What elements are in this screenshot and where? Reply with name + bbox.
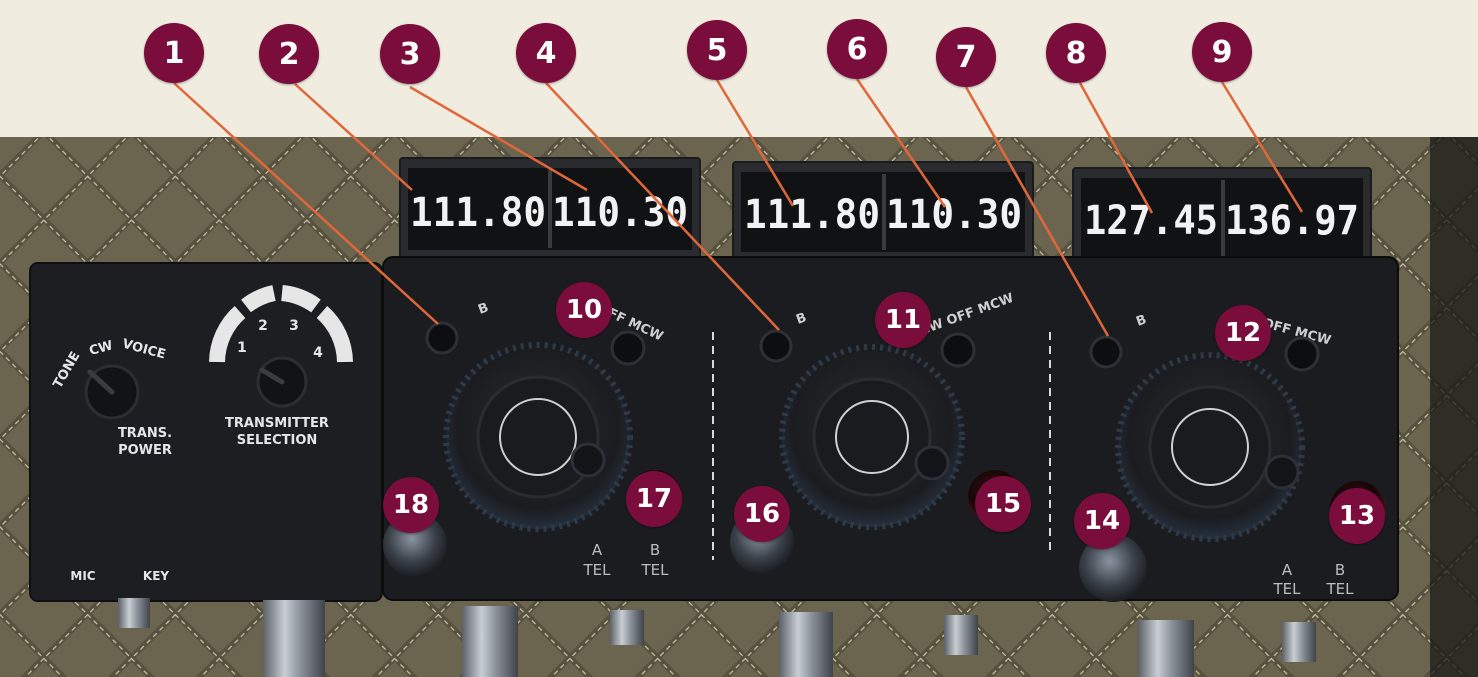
callout-14: 14: [1074, 493, 1130, 549]
trans-power-label-line-2: POWER: [118, 443, 172, 458]
receiver-3-tel-b-sub: TEL: [1326, 580, 1355, 598]
receiver-2-a-b-switch[interactable]: [759, 329, 793, 363]
receiver-2-fine-tune-knob[interactable]: [914, 445, 950, 481]
callout-15: 15: [975, 476, 1031, 532]
selector-number-1: 1: [237, 340, 247, 356]
callout-10: 10: [556, 282, 612, 338]
callout-12: 12: [1215, 305, 1271, 361]
selector-number-4: 4: [313, 345, 323, 361]
mic-label: MIC: [70, 569, 95, 583]
receiver-1-dial-face: [476, 375, 600, 499]
receiver-1-fine-tune-knob[interactable]: [570, 442, 606, 478]
receiver-3-tel-b-label: B: [1335, 561, 1345, 579]
receiver-1-frequency-display-left: 111.80: [410, 190, 546, 236]
connector-mic: [118, 598, 150, 628]
receiver-3-a-b-switch[interactable]: [1089, 335, 1123, 369]
connector-receiver-2-a: [779, 612, 833, 677]
connector-receiver-1-a: [462, 606, 518, 677]
callout-6: 6: [827, 19, 887, 79]
receiver-2-dial-face: [812, 377, 932, 497]
receiver-3-tel-a-sub: TEL: [1273, 580, 1302, 598]
trans-power-label-line-1: TRANS.: [118, 426, 172, 441]
callout-16: 16: [734, 486, 790, 542]
transmitter-selection-label-line-1: TRANSMITTER: [225, 416, 329, 431]
callout-4: 4: [516, 23, 576, 83]
callout-11: 11: [875, 292, 931, 348]
receiver-1-tel-b-label: B: [650, 541, 660, 559]
receiver-2-frequency-display-right: 110.30: [886, 192, 1022, 238]
callout-8: 8: [1046, 23, 1106, 83]
receiver-1-tel-a-sub: TEL: [583, 561, 612, 579]
connector-receiver-3-a: [1138, 620, 1194, 677]
callout-2: 2: [259, 24, 319, 84]
selector-number-3: 3: [289, 318, 299, 334]
connector-power: [263, 600, 325, 677]
callout-17: 17: [626, 471, 682, 527]
receiver-1-tel-b-sub: TEL: [641, 561, 670, 579]
receiver-3-dial-face: [1148, 385, 1272, 509]
receiver-3-tel-a-label: A: [1282, 561, 1293, 579]
selector-number-2: 2: [258, 318, 268, 334]
receiver-3-frequency-display-left: 127.45: [1084, 198, 1218, 244]
connector-receiver-1-b: [610, 610, 644, 645]
callout-5: 5: [687, 20, 747, 80]
callout-3: 3: [380, 24, 440, 84]
right-edge-shadow: [1430, 137, 1478, 677]
connector-receiver-3-b: [1282, 622, 1316, 662]
connector-receiver-2-b: [944, 615, 978, 655]
receiver-3-frequency-display-right: 136.97: [1225, 198, 1359, 244]
receiver-1-a-b-switch[interactable]: [425, 321, 459, 355]
callout-9: 9: [1192, 22, 1252, 82]
callout-1: 1: [144, 23, 204, 83]
callout-13: 13: [1329, 488, 1385, 544]
receiver-3-mode-switch[interactable]: [1284, 336, 1320, 372]
transmitter-selection-label-line-2: SELECTION: [237, 433, 318, 448]
receiver-1-tel-a-label: A: [592, 541, 603, 559]
callout-7: 7: [936, 27, 996, 87]
receiver-1-mode-switch[interactable]: [610, 330, 646, 366]
receiver-3-fine-tune-knob[interactable]: [1264, 454, 1300, 490]
receiver-2-mode-switch[interactable]: [940, 332, 976, 368]
receiver-2-frequency-display-left: 111.80: [744, 192, 880, 238]
key-label: KEY: [143, 569, 169, 583]
callout-18: 18: [383, 477, 439, 533]
